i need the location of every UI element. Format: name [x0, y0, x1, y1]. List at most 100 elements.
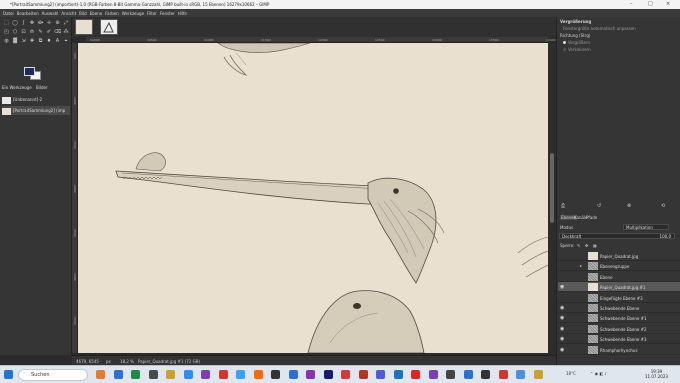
tab-images[interactable]: Bilder — [36, 85, 48, 91]
menu-item-7[interactable]: Werkzeuge — [122, 11, 144, 16]
opacity-slider[interactable]: Deckkraft 100,0 — [559, 233, 675, 239]
image-tab-portrait[interactable] — [75, 19, 93, 35]
layer-row[interactable]: ◉ Papier_Quadrat.jpg #1 — [558, 282, 680, 293]
tool-icon-16[interactable]: ◍ — [3, 38, 10, 45]
taskbar-app-icon[interactable] — [148, 370, 158, 379]
unit-select[interactable]: px — [106, 359, 111, 364]
tool-icon-17[interactable]: ▓ — [12, 38, 19, 45]
taskbar-app-icon[interactable] — [463, 370, 473, 379]
lock-position-icon[interactable]: ✥ — [585, 243, 588, 248]
taskbar-app-icon[interactable] — [393, 370, 403, 379]
menu-item-6[interactable]: Farben — [105, 11, 119, 16]
taskbar-app-icon[interactable] — [131, 370, 140, 379]
tool-icon-13[interactable]: ✐ — [46, 29, 53, 36]
taskbar-app-icon[interactable] — [358, 370, 368, 379]
taskbar-clock[interactable]: 19:39 11.07.2023 — [645, 369, 668, 379]
tool-icon-8[interactable]: ◰ — [3, 29, 10, 36]
taskbar-app-icon[interactable] — [428, 370, 438, 379]
menu-item-2[interactable]: Auswahl — [42, 11, 59, 16]
save-preset-icon[interactable]: ⎙ — [561, 203, 565, 209]
foreground-color-swatch[interactable] — [24, 67, 35, 76]
tool-icon-18[interactable]: ⇲ — [20, 38, 27, 45]
tool-icon-15[interactable]: ⁂ — [63, 29, 70, 36]
tool-icon-2[interactable]: ʃ — [20, 20, 27, 27]
taskbar-app-icon[interactable] — [253, 370, 263, 379]
tab-paths[interactable]: Pfade — [586, 215, 597, 220]
tool-icon-10[interactable]: ⊡ — [20, 29, 27, 36]
taskbar-app-icon[interactable] — [498, 370, 508, 379]
layer-row[interactable]: ◉ Schwebende Ebene — [558, 303, 680, 313]
layer-row[interactable]: ▸ Ebenengruppe — [558, 261, 680, 272]
tool-icon-9[interactable]: ⬡ — [12, 29, 19, 36]
taskbar-app-icon[interactable] — [446, 370, 455, 379]
minimize-button[interactable]: – — [630, 1, 633, 7]
image-canvas[interactable] — [78, 43, 548, 353]
layer-row[interactable]: Ebene — [558, 272, 680, 282]
layer-row[interactable]: ◉ Schwebende Ebene #3 — [558, 334, 680, 345]
weather-temperature[interactable]: 18°C — [566, 371, 576, 376]
visibility-eye-icon[interactable]: ◉ — [560, 336, 566, 342]
layer-row[interactable]: ◉ Schwebende Ebene #2 — [558, 324, 680, 334]
expand-group-icon[interactable]: ▸ — [580, 263, 582, 268]
tool-icon-5[interactable]: ✛ — [46, 20, 53, 27]
tool-icon-19[interactable]: ✚ — [29, 38, 36, 45]
tray-icons[interactable]: ⌃ ◉ ◧ ♪ — [590, 371, 607, 376]
visibility-eye-icon[interactable]: ◉ — [560, 305, 566, 311]
tool-icon-21[interactable]: ♦ — [46, 38, 53, 45]
taskbar-app-icon[interactable] — [341, 370, 350, 379]
radio-zoom-out[interactable] — [563, 48, 566, 51]
tool-icon-23[interactable]: ⌖ — [63, 38, 70, 45]
layer-row[interactable]: Papier_Quadrat.jpg — [558, 251, 680, 261]
close-button[interactable]: × — [666, 1, 670, 7]
taskbar-app-icon[interactable] — [376, 370, 385, 379]
image-list-item[interactable]: [Unbenannt]-2 — [2, 95, 70, 104]
tool-icon-14[interactable]: ⌫ — [54, 29, 61, 36]
maximize-button[interactable]: □ — [648, 1, 653, 7]
taskbar-app-icon[interactable] — [166, 370, 175, 379]
visibility-eye-icon[interactable]: ◉ — [560, 284, 566, 290]
taskbar-app-icon[interactable] — [411, 370, 420, 379]
taskbar-search-input[interactable]: Suchen — [18, 369, 88, 381]
image-tab-untitled[interactable] — [100, 19, 118, 35]
visibility-eye-icon[interactable]: ◉ — [560, 347, 566, 353]
tool-icon-1[interactable]: ◯ — [12, 20, 19, 27]
tool-icon-4[interactable]: ⟴ — [37, 20, 44, 27]
taskbar-app-icon[interactable] — [183, 370, 193, 379]
taskbar-app-icon[interactable] — [306, 370, 315, 379]
lock-alpha-icon[interactable]: ▦ — [593, 243, 597, 248]
menu-item-10[interactable]: Hilfe — [178, 11, 187, 16]
mode-select[interactable]: Multiplikation — [623, 224, 669, 230]
tool-icon-11[interactable]: ⟰ — [29, 29, 36, 36]
tool-icon-0[interactable]: ⬚ — [3, 20, 10, 27]
reset-options-icon[interactable]: ⟲ — [661, 203, 665, 209]
tab-tool-presets[interactable]: Ein Werkzeuge — [2, 85, 32, 91]
taskbar-app-icon[interactable] — [516, 370, 525, 379]
taskbar-app-icon[interactable] — [481, 370, 490, 379]
taskbar-app-icon[interactable] — [236, 370, 245, 379]
delete-preset-icon[interactable]: ⊗ — [627, 203, 631, 209]
taskbar-app-icon[interactable] — [113, 370, 123, 379]
menu-item-3[interactable]: Ansicht — [61, 11, 76, 16]
vertical-scrollbar[interactable] — [548, 43, 556, 353]
layer-row[interactable]: ◉ Rhamphorhynchus — [558, 345, 680, 355]
restore-preset-icon[interactable]: ↺ — [597, 203, 601, 209]
layer-row[interactable]: Eingefügte Ebene #3 — [558, 293, 680, 303]
taskbar-app-icon[interactable] — [96, 370, 105, 379]
tool-icon-22[interactable]: A — [54, 38, 61, 45]
layer-row[interactable]: ◉ Schwebende Ebene #1 — [558, 313, 680, 324]
menu-item-4[interactable]: Bild — [79, 11, 87, 16]
tool-icon-3[interactable]: ✥ — [29, 20, 36, 27]
taskbar-app-icon[interactable] — [201, 370, 210, 379]
taskbar-app-icon[interactable] — [323, 370, 333, 379]
auto-resize-option[interactable]: Fenstergröße automatisch anpassen — [563, 26, 636, 31]
tool-icon-6[interactable]: ⊕ — [54, 20, 61, 27]
tool-icon-7[interactable]: ⤢ — [63, 20, 70, 27]
visibility-eye-icon[interactable]: ◉ — [560, 326, 566, 332]
visibility-eye-icon[interactable]: ◉ — [560, 315, 566, 321]
zoom-select[interactable]: 18,2 % — [120, 359, 134, 364]
taskbar-app-icon[interactable] — [533, 370, 543, 379]
tool-icon-12[interactable]: ✎ — [37, 29, 44, 36]
taskbar-app-icon[interactable] — [218, 370, 228, 379]
menu-item-8[interactable]: Filter — [147, 11, 157, 16]
lock-pixels-icon[interactable]: ✎ — [577, 243, 580, 248]
